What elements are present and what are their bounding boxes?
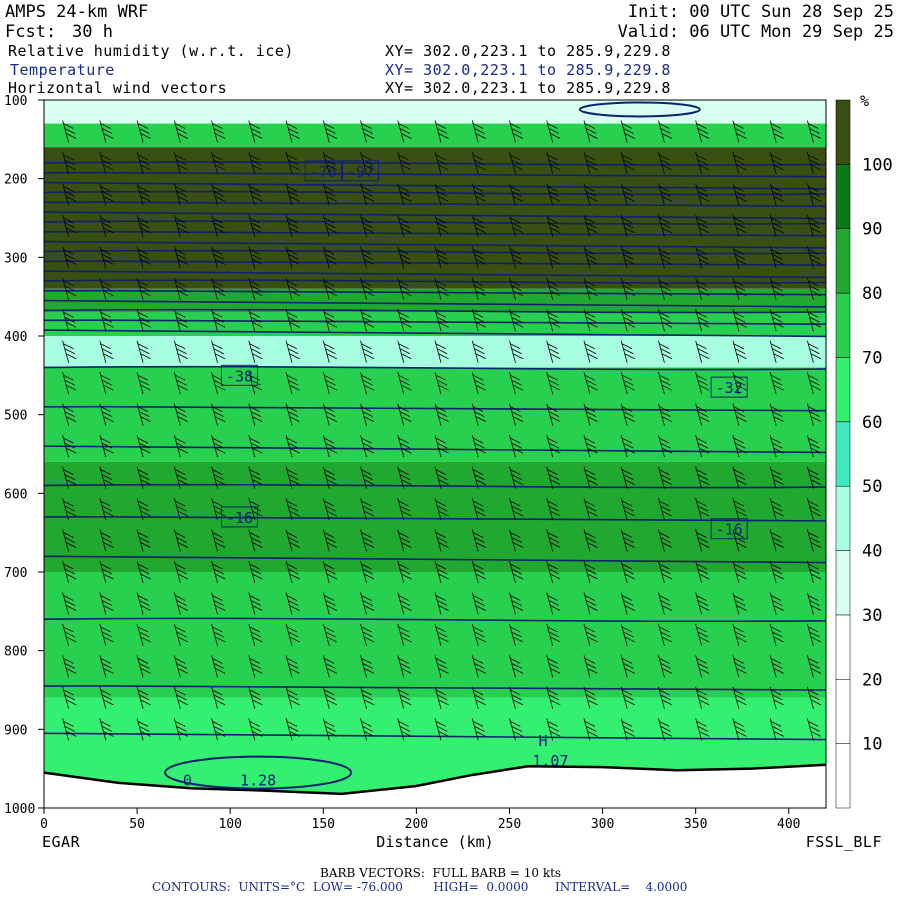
colorbar-segment — [835, 99, 851, 165]
contour-label: -16 — [716, 521, 743, 539]
colorbar-segment — [835, 292, 851, 358]
colorbar-tick-label: 90 — [862, 220, 882, 240]
rh-band — [44, 100, 826, 124]
x-tick-label: 300 — [591, 817, 614, 832]
colorbar-segment — [835, 357, 851, 423]
y-tick-label: 1000 — [4, 802, 35, 817]
x-tick-label: 100 — [218, 817, 241, 832]
colorbar-segment — [835, 485, 851, 551]
x-tick-label: 200 — [405, 817, 428, 832]
colorbar-segment — [835, 679, 851, 744]
rh-band — [44, 572, 826, 698]
colorbar-tick-label: 10 — [862, 735, 882, 755]
x-tick-label: 150 — [312, 817, 335, 832]
rh-band — [44, 123, 826, 148]
cross-section-chart: -76 -97-38-32-16-161.071.280H100200300400… — [4, 92, 893, 851]
colorbar-tick-label: 80 — [862, 284, 882, 304]
x-tick-label: 400 — [777, 817, 800, 832]
rh-band — [44, 336, 826, 368]
terrain-label: H — [538, 732, 547, 750]
contour-label: -76 — [310, 163, 337, 181]
barb-vectors-note: BARB VECTORS: FULL BARB = 10 kts — [320, 866, 562, 880]
y-tick-label: 100 — [4, 94, 27, 109]
y-tick-label: 800 — [4, 645, 27, 660]
y-tick-label: 400 — [4, 330, 27, 345]
contour-label: -16 — [226, 509, 253, 527]
colorbar-segment — [835, 228, 851, 294]
right-station-label: FSSL_BLF — [805, 833, 882, 851]
contours-note: CONTOURS: UNITS=°C LOW= -76.000 HIGH= 0.… — [152, 880, 688, 894]
colorbar-unit: % — [860, 92, 869, 110]
colorbar-tick-label: 60 — [862, 413, 882, 433]
contour-label: -32 — [716, 379, 743, 397]
colorbar-segment — [835, 614, 851, 680]
y-tick-label: 300 — [4, 251, 27, 266]
terrain-label: 0 — [183, 771, 192, 789]
terrain-label: 1.28 — [240, 771, 276, 789]
colorbar-segment — [835, 164, 851, 229]
colorbar-tick-label: 40 — [862, 542, 882, 562]
colorbar-tick-label: 20 — [862, 670, 882, 690]
y-tick-label: 900 — [4, 723, 27, 738]
x-tick-label: 250 — [498, 817, 521, 832]
x-tick-label: 50 — [129, 817, 145, 832]
colorbar-tick-label: 70 — [862, 348, 882, 368]
colorbar-segment — [835, 550, 851, 616]
contour-label: -38 — [226, 367, 253, 385]
colorbar-tick-label: 50 — [862, 477, 882, 497]
y-tick-label: 700 — [4, 566, 27, 581]
colorbar-segment — [835, 421, 851, 487]
x-tick-label: 0 — [40, 817, 48, 832]
y-tick-label: 200 — [4, 173, 27, 188]
y-tick-label: 600 — [4, 487, 27, 502]
colorbar-segment — [835, 743, 851, 809]
terrain-label: 1.07 — [532, 752, 568, 770]
contour-label: -97 — [347, 163, 374, 181]
x-axis-label: Distance (km) — [376, 833, 493, 851]
y-tick-label: 500 — [4, 409, 27, 424]
colorbar-tick-label: 30 — [862, 606, 882, 626]
x-tick-label: 350 — [684, 817, 707, 832]
colorbar-tick-label: 100 — [862, 155, 893, 175]
left-station-label: EGAR — [42, 833, 81, 851]
